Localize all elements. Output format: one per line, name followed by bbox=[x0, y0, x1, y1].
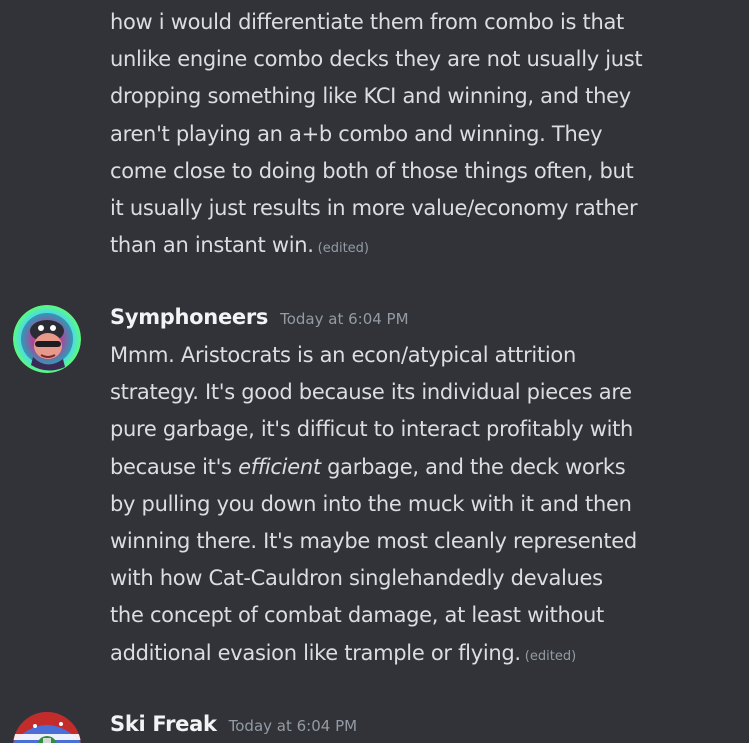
message-line: unlike engine combo decks they are not u… bbox=[110, 47, 643, 72]
message-line-last: additional evasion like trample or flyin… bbox=[110, 635, 730, 675]
message-line: with how Cat-Cauldron singlehandedly dev… bbox=[110, 566, 603, 591]
message-header: Symphoneers Today at 6:04 PM bbox=[110, 305, 409, 329]
message-line-text: additional evasion like trample or flyin… bbox=[110, 640, 521, 665]
message-line: Mmm. Aristocrats is an econ/atypical att… bbox=[110, 343, 576, 367]
message-line: aren't playing an a+b combo and winning.… bbox=[110, 121, 603, 146]
emphasized-text: efficient bbox=[238, 454, 321, 479]
message-line: pure garbage, it's difficut to interact … bbox=[110, 417, 634, 442]
message-content: how i would differentiate them from comb… bbox=[110, 4, 730, 267]
chat-messages: how i would differentiate them from comb… bbox=[0, 0, 749, 743]
message-line: the concept of combat damage, at least w… bbox=[110, 603, 604, 628]
username[interactable]: Ski Freak bbox=[110, 712, 217, 736]
message-line: because it's efficient garbage, and the … bbox=[110, 449, 730, 486]
message-text-segment: garbage, and the deck works bbox=[320, 454, 626, 479]
colorful-character-avatar-icon bbox=[13, 305, 81, 373]
edited-label: (edited) bbox=[524, 648, 577, 664]
message-line: by pulling you down into the muck with i… bbox=[110, 491, 632, 516]
message-header: Ski Freak Today at 6:04 PM bbox=[110, 712, 357, 736]
avatar[interactable] bbox=[13, 305, 81, 373]
christmas-avatar-icon bbox=[13, 712, 81, 743]
timestamp[interactable]: Today at 6:04 PM bbox=[229, 717, 357, 735]
message-content: Mmm. Aristocrats is an econ/atypical att… bbox=[110, 337, 730, 675]
message-line: come close to doing both of those things… bbox=[110, 158, 634, 183]
avatar[interactable] bbox=[13, 712, 81, 743]
edited-label: (edited) bbox=[317, 241, 370, 257]
message-line-text: than an instant win. bbox=[110, 233, 314, 258]
timestamp[interactable]: Today at 6:04 PM bbox=[280, 310, 408, 328]
message-text-segment: because it's bbox=[110, 454, 239, 479]
message-line: how i would differentiate them from comb… bbox=[110, 10, 624, 34]
message-line: winning there. It's maybe most cleanly r… bbox=[110, 529, 637, 554]
username[interactable]: Symphoneers bbox=[110, 305, 268, 329]
message-line: strategy. It's good because its individu… bbox=[110, 380, 632, 405]
message-line: dropping something like KCI and winning,… bbox=[110, 84, 631, 109]
message-line-last: than an instant win. (edited) bbox=[110, 227, 730, 267]
message-line: it usually just results in more value/ec… bbox=[110, 196, 638, 221]
